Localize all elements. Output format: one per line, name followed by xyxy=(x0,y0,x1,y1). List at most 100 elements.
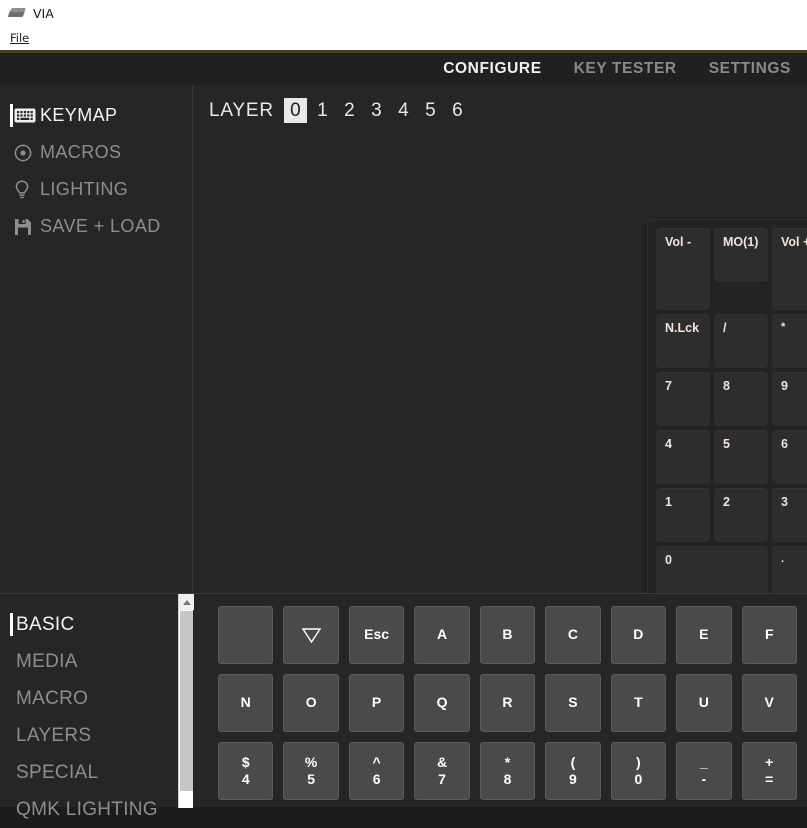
key-category-macro[interactable]: MACRO xyxy=(0,680,178,717)
keyboard-icon xyxy=(14,108,40,123)
menubar: File xyxy=(0,26,807,50)
keyboard-key-legend: 6 xyxy=(781,437,788,451)
keyboard-key[interactable]: 1 xyxy=(656,488,710,542)
key-button-label: A xyxy=(437,626,447,644)
scroll-up-arrow-icon[interactable] xyxy=(179,594,194,610)
tab-configure[interactable]: CONFIGURE xyxy=(427,60,557,78)
key-button-triangle-down-icon[interactable] xyxy=(283,606,338,664)
key-button-c[interactable]: C xyxy=(545,606,600,664)
key-button-q[interactable]: Q xyxy=(414,674,469,732)
key-category-list: BASICMEDIAMACROLAYERSSPECIALQMK LIGHTING xyxy=(0,594,178,808)
keyboard-key-legend: 3 xyxy=(781,495,788,509)
keyboard-key[interactable]: 9 xyxy=(772,372,807,426)
key-button-6[interactable]: ^6 xyxy=(349,742,404,800)
keyboard-key[interactable]: 6 xyxy=(772,430,807,484)
key-button-r[interactable]: R xyxy=(480,674,535,732)
key-button-e[interactable]: E xyxy=(676,606,731,664)
key-button-row: N O PQRSTUV xyxy=(218,674,807,742)
key-legend-base: 4 xyxy=(242,771,250,789)
active-indicator xyxy=(10,104,13,127)
key-button-5[interactable]: %5 xyxy=(283,742,338,800)
window-titlebar: VIA xyxy=(0,0,807,26)
tab-key-tester[interactable]: KEY TESTER xyxy=(558,60,693,78)
key-button-t[interactable]: T xyxy=(611,674,666,732)
key-button-p[interactable]: P xyxy=(349,674,404,732)
tab-configure-label: CONFIGURE xyxy=(443,60,541,77)
key-legend-base: = xyxy=(765,771,773,789)
key-button-esc[interactable]: Esc xyxy=(349,606,404,664)
key-category-qmk-lighting[interactable]: QMK LIGHTING xyxy=(0,791,178,828)
keyboard-key[interactable]: 3 xyxy=(772,488,807,542)
sidebar-item-lighting[interactable]: LIGHTING xyxy=(0,171,192,208)
sidebar-item-lighting-label: LIGHTING xyxy=(40,179,128,200)
layer-button-3[interactable]: 3 xyxy=(365,98,388,123)
key-category-basic[interactable]: BASIC xyxy=(0,606,178,643)
key-legend-shifted: % xyxy=(305,754,317,772)
key-button-9[interactable]: (9 xyxy=(545,742,600,800)
layer-button-1[interactable]: 1 xyxy=(311,98,334,123)
key-button-0[interactable]: )0 xyxy=(611,742,666,800)
layer-button-1-label: 1 xyxy=(317,100,328,122)
keyboard-key[interactable]: Vol + xyxy=(772,228,807,310)
key-button-label: C xyxy=(568,626,578,644)
keyboard-key-legend: 5 xyxy=(723,437,730,451)
keyboard-key[interactable]: * xyxy=(772,314,807,368)
key-button-o[interactable]: O xyxy=(283,674,338,732)
key-button-8[interactable]: *8 xyxy=(480,742,535,800)
keyboard-key[interactable]: 4 xyxy=(656,430,710,484)
key-button-f[interactable]: F xyxy=(742,606,797,664)
keyboard-key[interactable]: 0 xyxy=(656,546,768,600)
key-legend-base: 9 xyxy=(569,771,577,789)
keyboard-key[interactable]: . xyxy=(772,546,807,600)
keyboard-key[interactable]: 5 xyxy=(714,430,768,484)
keyboard-key[interactable]: 2 xyxy=(714,488,768,542)
key-category-layers[interactable]: LAYERS xyxy=(0,717,178,754)
key-button-=[interactable]: += xyxy=(742,742,797,800)
key-button-n[interactable]: N xyxy=(218,674,273,732)
keyboard-key[interactable]: 7 xyxy=(656,372,710,426)
key-button-b[interactable]: B xyxy=(480,606,535,664)
keyboard-key[interactable]: Vol - xyxy=(656,228,710,310)
keyboard-key[interactable]: N.Lck xyxy=(656,314,710,368)
key-category-label: LAYERS xyxy=(16,725,91,747)
keyboard-key[interactable]: MO(1) xyxy=(714,228,768,282)
key-button-a[interactable]: A xyxy=(414,606,469,664)
layer-label: LAYER xyxy=(209,100,274,122)
tab-settings[interactable]: SETTINGS xyxy=(693,60,807,78)
sidebar-item-macros-label: MACROS xyxy=(40,142,121,163)
key-button--[interactable]: _- xyxy=(676,742,731,800)
key-category-special[interactable]: SPECIAL xyxy=(0,754,178,791)
key-legend-base: 7 xyxy=(438,771,446,789)
keyboard-key-legend: 1 xyxy=(665,495,672,509)
keyboard-key-legend: 4 xyxy=(665,437,672,451)
scrollbar-thumb[interactable] xyxy=(180,611,193,791)
menu-item-file[interactable]: File xyxy=(6,29,33,47)
key-legend-shifted: ) xyxy=(636,754,641,772)
keyboard-key[interactable]: / xyxy=(714,314,768,368)
layer-selector: LAYER 0 1 2 3 4 5 6 xyxy=(209,98,469,123)
category-scrollbar[interactable] xyxy=(178,594,193,808)
sidebar-item-keymap[interactable]: KEYMAP xyxy=(0,97,192,134)
key-button-v[interactable]: V xyxy=(742,674,797,732)
key-button-s[interactable]: S xyxy=(545,674,600,732)
sidebar-item-save-load[interactable]: SAVE + LOAD xyxy=(0,208,192,245)
layer-button-4[interactable]: 4 xyxy=(392,98,415,123)
key-button-u[interactable]: U xyxy=(676,674,731,732)
sidebar-item-macros[interactable]: MACROS xyxy=(0,134,192,171)
layer-button-0[interactable]: 0 xyxy=(284,98,307,123)
keyboard-key-legend: MO(1) xyxy=(723,235,758,249)
key-button-7[interactable]: &7 xyxy=(414,742,469,800)
key-button-d[interactable]: D xyxy=(611,606,666,664)
keyboard-key[interactable]: 8 xyxy=(714,372,768,426)
layer-button-0-label: 0 xyxy=(290,100,301,122)
key-button-blank[interactable] xyxy=(218,606,273,664)
key-button-label: O xyxy=(306,694,317,712)
layer-button-5[interactable]: 5 xyxy=(419,98,442,123)
layer-button-6[interactable]: 6 xyxy=(446,98,469,123)
layer-button-2[interactable]: 2 xyxy=(338,98,361,123)
key-button-4[interactable]: $4 xyxy=(218,742,273,800)
key-picker-panel: BASICMEDIAMACROLAYERSSPECIALQMK LIGHTING… xyxy=(0,593,807,807)
key-category-media[interactable]: MEDIA xyxy=(0,643,178,680)
key-button-label: E xyxy=(699,626,708,644)
sidebar-item-save-load-label: SAVE + LOAD xyxy=(40,216,161,237)
